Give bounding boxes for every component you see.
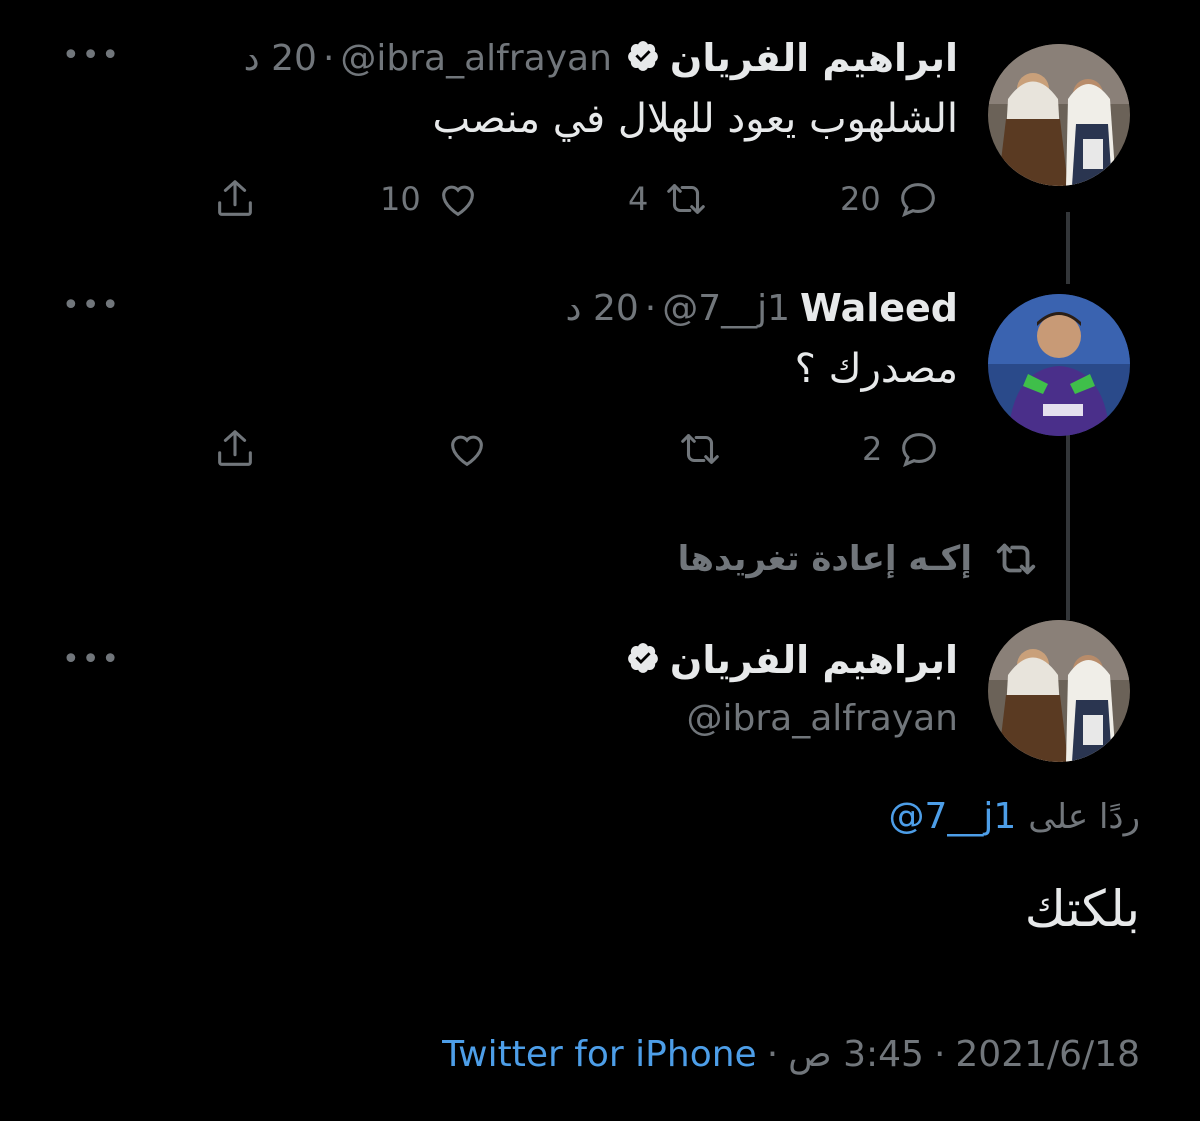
reply-button[interactable]: 2	[862, 426, 942, 472]
retweet-icon	[681, 434, 719, 464]
avatar[interactable]	[988, 44, 1130, 186]
more-icon[interactable]: •••	[62, 288, 121, 323]
separator: ·	[644, 287, 657, 329]
tweet-text: الشلهوب يعود للهلال في منصب	[432, 96, 958, 142]
user-name[interactable]: ابراهيم الفريان	[670, 638, 958, 682]
share-icon	[218, 430, 252, 466]
share-icon	[218, 180, 252, 216]
user-name[interactable]: Waleed	[800, 286, 958, 330]
tweet-meta-line: Twitter for iPhone · 3:45 ص · 2021/6/18	[442, 1034, 1140, 1075]
separator: ·	[322, 37, 335, 79]
reply-count: 2	[862, 430, 883, 468]
like-count: 10	[380, 180, 421, 218]
separator: ·	[766, 1034, 779, 1075]
retweet-button[interactable]	[676, 426, 724, 472]
like-button[interactable]	[444, 426, 490, 472]
user-handle[interactable]: @ibra_alfrayan	[340, 38, 612, 79]
replying-prefix: ردًا على	[1028, 796, 1140, 837]
retweet-notice-text: إكـه إعادة تغريدها	[677, 539, 972, 579]
like-icon	[441, 185, 474, 217]
replying-to: @7__j1 ردًا على	[888, 796, 1140, 837]
reply-count: 20	[840, 180, 881, 218]
more-icon[interactable]: •••	[62, 38, 121, 73]
tweet-text: مصدرك ؟	[794, 346, 958, 392]
retweet-icon	[667, 184, 706, 214]
tweet-header: 20 د · @ibra_alfrayan ابراهيم الفريان	[244, 36, 958, 80]
reply-mention-link[interactable]: @7__j1	[888, 796, 1016, 837]
thread-line	[1066, 212, 1070, 284]
tweet-header: 20 د · @7__j1 Waleed	[565, 286, 958, 330]
verified-badge-icon	[626, 39, 660, 77]
tweet-text: بلكتك	[1024, 880, 1140, 938]
tweet-source-link[interactable]: Twitter for iPhone	[442, 1034, 757, 1075]
avatar[interactable]	[988, 294, 1130, 436]
avatar[interactable]	[988, 620, 1130, 762]
user-name[interactable]: ابراهيم الفريان	[670, 36, 958, 80]
more-icon[interactable]: •••	[62, 642, 121, 677]
reply-icon	[900, 183, 935, 218]
like-icon	[451, 435, 483, 467]
retweet-button[interactable]: 4	[628, 176, 710, 222]
separator: ·	[933, 1034, 946, 1075]
share-button[interactable]	[212, 176, 258, 222]
user-handle[interactable]: @7__j1	[662, 288, 790, 329]
retweet-icon	[996, 543, 1036, 575]
share-button[interactable]	[212, 426, 258, 472]
retweet-count: 4	[628, 180, 649, 218]
reply-icon	[902, 433, 937, 468]
tweet-time: 20 د	[243, 37, 317, 79]
like-button[interactable]: 10	[380, 176, 481, 222]
tweet-header: ابراهيم الفريان	[626, 638, 958, 682]
tweet-date: 2021/6/18	[955, 1034, 1140, 1075]
user-handle[interactable]: @ibra_alfrayan	[687, 698, 959, 739]
tweet-time: 3:45 ص	[788, 1034, 924, 1075]
thread-line	[1066, 420, 1070, 620]
retweet-notice[interactable]: إكـه إعادة تغريدها	[678, 536, 1040, 582]
tweet-time: 20 د	[565, 287, 639, 329]
reply-button[interactable]: 20	[840, 176, 941, 222]
verified-badge-icon	[626, 641, 660, 679]
